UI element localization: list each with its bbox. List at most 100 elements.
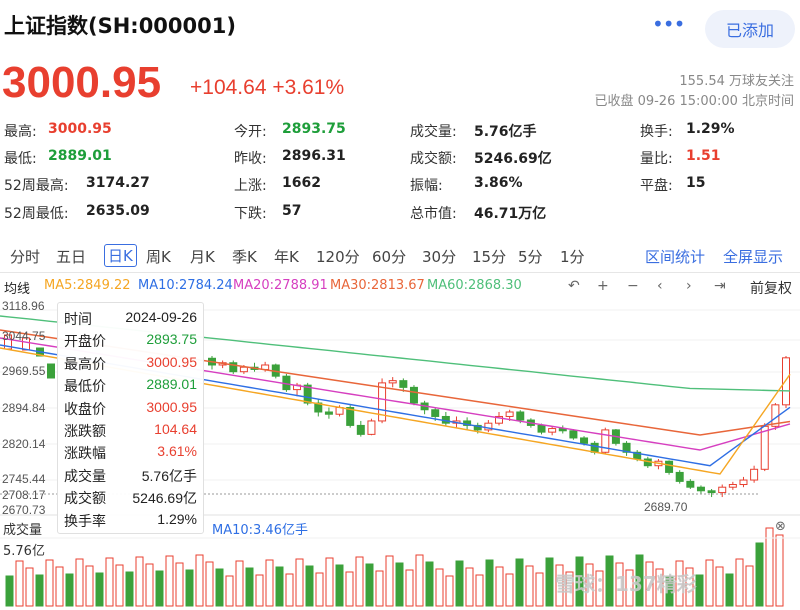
end-icon[interactable]: ⇥: [714, 278, 726, 294]
stat-label: 52周最高:: [4, 178, 69, 194]
tooltip-key: 最高价: [64, 356, 106, 373]
stat-value: 3000.95: [48, 121, 112, 137]
volume-bar: [415, 554, 424, 607]
volume-bar: [365, 563, 374, 607]
axis-label: 2820.14: [2, 437, 46, 451]
range-stats-button[interactable]: 区间统计: [645, 246, 705, 267]
volume-bar: [445, 575, 454, 607]
tab-8[interactable]: 60分: [372, 246, 406, 267]
tooltip-key: 收盘价: [64, 401, 106, 418]
undo-icon[interactable]: ↶: [568, 278, 580, 294]
zoom-in-icon[interactable]: +: [597, 278, 609, 294]
volume-bar: [485, 559, 494, 607]
candle-body: [335, 407, 344, 415]
volume-max-label: 5.76亿: [3, 544, 45, 559]
volume-bar: [305, 565, 314, 607]
stat-value: 2896.31: [282, 148, 346, 164]
candle-body: [367, 420, 376, 435]
candle-body: [47, 363, 55, 379]
candle-body: [782, 357, 790, 406]
tab-7[interactable]: 120分: [316, 246, 360, 267]
tab-12[interactable]: 1分: [560, 246, 585, 267]
volume-bar: [405, 569, 414, 607]
volume-bar: [475, 574, 484, 607]
candle-body: [271, 364, 280, 377]
tab-3[interactable]: 周K: [146, 246, 171, 267]
volume-bar: [155, 570, 164, 607]
axis-label: 3118.96: [2, 299, 45, 313]
volume-bar: [215, 568, 224, 607]
candle-body: [314, 402, 323, 413]
candle-body: [36, 347, 44, 357]
tooltip-key: 开盘价: [64, 334, 106, 351]
period-tabs: 分时 五日 日K 周K 月K 季K 年K 120分 60分 30分 15分 5分 1分 区间统计 全屏显示: [0, 240, 800, 274]
candle-tooltip: 时间 2024-09-26 开盘价 2893.75 最高价 3000.95 最低价 2889.…: [57, 302, 204, 534]
axis-label: 2745.44: [2, 472, 46, 486]
volume-bar: [435, 568, 444, 607]
volume-bar: [55, 566, 64, 607]
tab-6[interactable]: 年K: [274, 246, 299, 267]
stat-label: 平盘:: [640, 178, 673, 194]
tooltip-row: 涨跌额 104.64: [64, 421, 197, 441]
more-dots-icon[interactable]: •••: [652, 12, 685, 36]
volume-bar: [245, 567, 254, 607]
next-icon[interactable]: ›: [686, 278, 692, 294]
candle-body: [601, 429, 610, 453]
volume-bar: [465, 567, 474, 607]
tooltip-row: 开盘价 2893.75: [64, 331, 197, 351]
adjust-mode[interactable]: 前复权: [750, 278, 792, 298]
volume-bar: [345, 571, 354, 607]
candle-body: [452, 420, 461, 424]
stat-label: 量比:: [640, 151, 673, 167]
candle-body: [409, 386, 418, 404]
volume-bar: [165, 555, 174, 607]
tooltip-value: 2893.75: [146, 331, 197, 348]
tooltip-row: 成交量 5.76亿手: [64, 466, 197, 486]
volume-bar: [375, 570, 384, 607]
candle-body: [728, 484, 737, 488]
volume-bar: [315, 572, 324, 607]
candle-body: [558, 428, 567, 432]
tooltip-value: 5.76亿手: [141, 467, 197, 484]
candle-body: [346, 407, 355, 426]
tab-0[interactable]: 分时: [10, 246, 40, 267]
close-volume-icon[interactable]: ⊗: [775, 519, 786, 534]
volume-bar: [255, 574, 264, 607]
candle-body: [622, 442, 631, 453]
tab-5[interactable]: 季K: [232, 246, 257, 267]
prev-icon[interactable]: ‹: [657, 278, 663, 294]
tab-11[interactable]: 5分: [518, 246, 543, 267]
stat-value: 1.29%: [686, 121, 735, 137]
stat-label: 下跌:: [234, 206, 267, 222]
volume-bar: [525, 565, 534, 607]
volume-bar: [175, 562, 184, 607]
ma-avg-label[interactable]: 均线: [4, 278, 30, 297]
tab-9[interactable]: 30分: [422, 246, 456, 267]
candle-body: [431, 409, 440, 417]
volume-bar: [455, 560, 464, 607]
stat-value: 46.71万亿: [474, 206, 547, 222]
stock-page: { "header": { "title": "上证指数(SH:000001)"…: [0, 0, 800, 610]
candle-body: [526, 419, 535, 426]
candle-body: [760, 425, 769, 470]
candle-body: [324, 411, 333, 415]
volume-bar: [505, 573, 514, 607]
tooltip-row: 时间 2024-09-26: [64, 309, 197, 329]
volume-bar: [135, 556, 144, 607]
volume-bar: [125, 571, 134, 607]
candle-body: [750, 468, 759, 481]
tab-4[interactable]: 月K: [190, 246, 215, 267]
tab-10[interactable]: 15分: [472, 246, 506, 267]
zoom-out-icon[interactable]: −: [627, 278, 639, 294]
stat-label: 最低:: [4, 151, 37, 167]
volume-bar: [745, 565, 754, 607]
tooltip-row: 最高价 3000.95: [64, 354, 197, 374]
volume-bar: [395, 562, 404, 607]
tab-2[interactable]: 日K: [104, 244, 137, 267]
stat-value: 2893.75: [282, 121, 346, 137]
tooltip-row: 涨跌幅 3.61%: [64, 443, 197, 463]
fullscreen-button[interactable]: 全屏显示: [723, 246, 783, 267]
tab-1[interactable]: 五日: [56, 246, 86, 267]
volume-bar: [195, 554, 204, 607]
added-button[interactable]: 已添加: [705, 10, 795, 48]
